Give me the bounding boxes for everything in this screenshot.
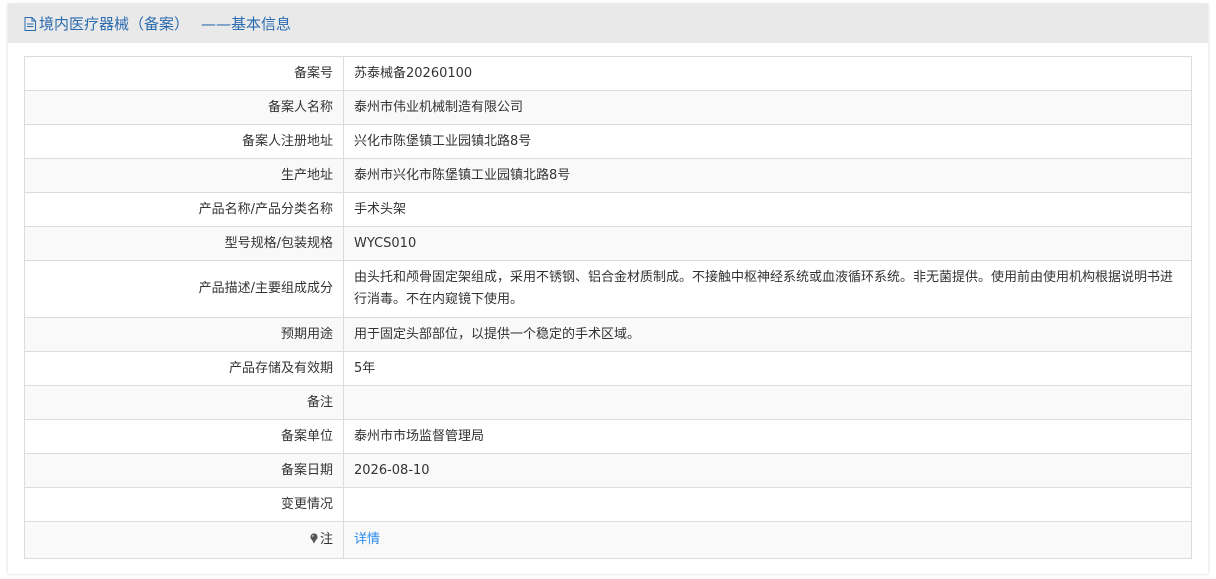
row-value: 泰州市市场监督管理局 (343, 419, 1192, 454)
row-value: WYCS010 (343, 226, 1192, 261)
table-row: 备案单位 泰州市市场监督管理局 (24, 419, 1192, 454)
table-row: 备案人注册地址 兴化市陈堡镇工业园镇北路8号 (24, 124, 1192, 159)
table-row: 备注 (24, 385, 1192, 420)
row-label: 生产地址 (24, 158, 344, 193)
row-label: 产品名称/产品分类名称 (24, 192, 344, 227)
table-row: 注 详情 (24, 521, 1192, 559)
table-row: 备案人名称 泰州市伟业机械制造有限公司 (24, 90, 1192, 125)
row-label: 备案号 (24, 56, 344, 91)
row-value: 兴化市陈堡镇工业园镇北路8号 (343, 124, 1192, 159)
row-value: 用于固定头部部位，以提供一个稳定的手术区域。 (343, 317, 1192, 352)
table-row: 备案日期 2026-08-10 (24, 453, 1192, 488)
row-label: 产品描述/主要组成成分 (24, 260, 344, 318)
note-label-cell: 注 (24, 521, 344, 559)
document-icon (24, 16, 36, 31)
row-value: 2026-08-10 (343, 453, 1192, 488)
row-label: 备注 (24, 385, 344, 420)
table-row: 产品描述/主要组成成分 由头托和颅骨固定架组成，采用不锈钢、铝合金材质制成。不接… (24, 260, 1192, 318)
row-label: 产品存储及有效期 (24, 351, 344, 386)
note-label: 注 (319, 532, 333, 547)
row-value: 由头托和颅骨固定架组成，采用不锈钢、铝合金材质制成。不接触中枢神经系统或血液循环… (343, 260, 1192, 318)
row-value (343, 385, 1192, 420)
row-value: 5年 (343, 351, 1192, 386)
row-label: 备案人名称 (24, 90, 344, 125)
row-label: 备案日期 (24, 453, 344, 488)
row-label: 备案人注册地址 (24, 124, 344, 159)
table-row: 预期用途 用于固定头部部位，以提供一个稳定的手术区域。 (24, 317, 1192, 352)
note-value-cell: 详情 (343, 521, 1192, 559)
pin-icon (309, 530, 319, 544)
row-value: 泰州市伟业机械制造有限公司 (343, 90, 1192, 125)
table-row: 生产地址 泰州市兴化市陈堡镇工业园镇北路8号 (24, 158, 1192, 193)
row-value: 苏泰械备20260100 (343, 56, 1192, 91)
table-row: 产品名称/产品分类名称 手术头架 (24, 192, 1192, 227)
basic-info-table: 备案号 苏泰械备20260100 备案人名称 泰州市伟业机械制造有限公司 备案人… (24, 56, 1192, 559)
row-label: 备案单位 (24, 419, 344, 454)
row-label: 预期用途 (24, 317, 344, 352)
table-row: 变更情况 (24, 487, 1192, 522)
table-row: 型号规格/包装规格 WYCS010 (24, 226, 1192, 261)
details-link[interactable]: 详情 (354, 532, 380, 547)
panel-header: 境内医疗器械（备案） ——基本信息 (8, 4, 1208, 43)
row-label: 变更情况 (24, 487, 344, 522)
row-value (343, 487, 1192, 522)
row-value: 泰州市兴化市陈堡镇工业园镇北路8号 (343, 158, 1192, 193)
row-value: 手术头架 (343, 192, 1192, 227)
row-label: 型号规格/包装规格 (24, 226, 344, 261)
table-row: 备案号 苏泰械备20260100 (24, 56, 1192, 91)
info-panel: 境内医疗器械（备案） ——基本信息 备案号 苏泰械备20260100 备案人名称… (8, 4, 1208, 574)
page-title: 境内医疗器械（备案） (39, 15, 190, 33)
page-subtitle: ——基本信息 (201, 15, 292, 33)
table-row: 产品存储及有效期 5年 (24, 351, 1192, 386)
